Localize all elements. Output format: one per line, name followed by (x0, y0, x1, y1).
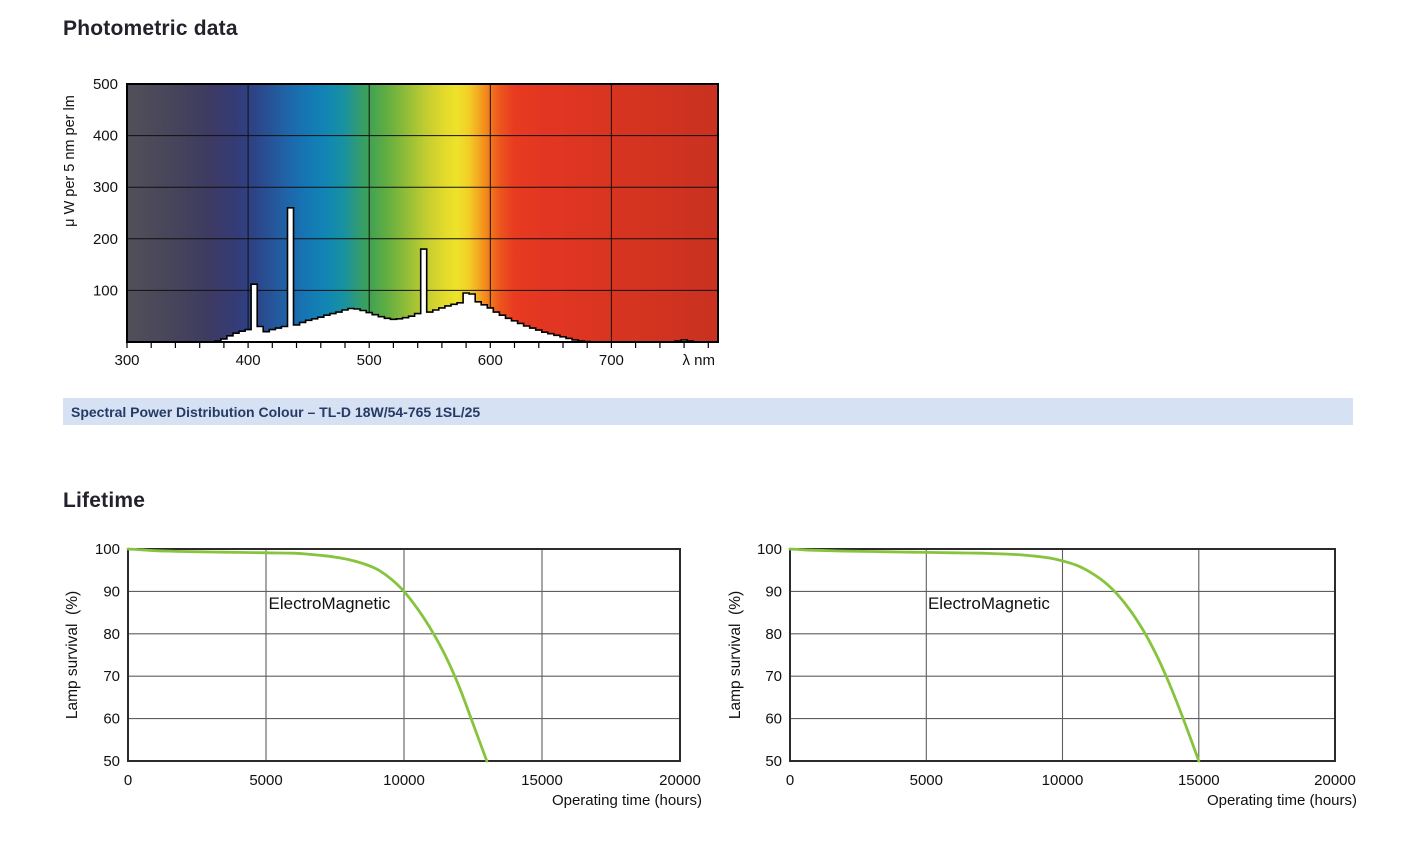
lifetime-heading: Lifetime (63, 489, 145, 513)
lifetime-x-axis-title: Operating time (hours) (552, 792, 702, 809)
lifetime-y-tick-label: 90 (103, 583, 120, 600)
lifetime-x-tick-label: 0 (786, 772, 794, 789)
spd-x-tick-label: 700 (599, 352, 624, 369)
spd-x-tick-label: 600 (478, 352, 503, 369)
lifetime-x-tick-label: 5000 (249, 772, 282, 789)
lifetime-x-tick-label: 5000 (910, 772, 943, 789)
lifetime-y-tick-label: 60 (103, 711, 120, 728)
lifetime-y-tick-label: 60 (765, 711, 782, 728)
series-label: ElectroMagnetic (928, 594, 1050, 613)
spd-y-tick-label: 200 (93, 231, 118, 248)
spd-chart-svg: 300 400 500 600 700 λ nm 100 200 300 400 500 μ W pe… (60, 75, 732, 375)
lifetime-x-tick-label: 15000 (521, 772, 563, 789)
lifetime-grid (128, 549, 680, 761)
lifetime-y-tick-label: 70 (765, 668, 782, 685)
lifetime-y-tick-label: 80 (765, 626, 782, 643)
lifetime-y-tick-label: 50 (765, 753, 782, 770)
spd-y-axis-title: μ W per 5 nm per lm (62, 95, 78, 227)
survival-curve (128, 549, 487, 761)
lifetime-y-tick-label: 70 (103, 668, 120, 685)
spd-y-tick-label: 300 (93, 179, 118, 196)
series-label: ElectroMagnetic (269, 594, 391, 613)
spd-caption-text: Spectral Power Distribution Colour – TL-… (63, 404, 480, 420)
lifetime-y-axis-title: Lamp survival (%) (727, 591, 744, 719)
spd-y-tick-label: 400 (93, 128, 118, 145)
lifetime-left-svg: ElectroMagnetic 50 60 70 80 90 100 0 5000 10000 15… (55, 535, 715, 820)
lifetime-y-tick-label: 100 (95, 541, 120, 558)
lifetime-x-tick-label: 20000 (1314, 772, 1356, 789)
spd-minor-ticks (127, 343, 708, 348)
lifetime-y-tick-label: 90 (765, 583, 782, 600)
spd-y-tick-label: 100 (93, 282, 118, 299)
lifetime-x-tick-label: 15000 (1178, 772, 1220, 789)
lifetime-y-tick-label: 50 (103, 753, 120, 770)
lifetime-chart-right: ElectroMagnetic 50 60 70 80 90 100 0 5000 10000 15… (718, 535, 1378, 820)
spd-caption-bar: Spectral Power Distribution Colour – TL-… (63, 398, 1353, 425)
lifetime-x-tick-label: 10000 (383, 772, 425, 789)
lifetime-x-tick-label: 20000 (659, 772, 701, 789)
lifetime-grid (790, 549, 1335, 761)
lifetime-y-tick-label: 80 (103, 626, 120, 643)
lifetime-y-tick-label: 100 (757, 541, 782, 558)
spd-chart: 300 400 500 600 700 λ nm 100 200 300 400 500 μ W pe… (60, 75, 732, 375)
lifetime-y-axis-title: Lamp survival (%) (64, 591, 81, 719)
survival-curve (790, 549, 1199, 761)
lifetime-x-axis-title: Operating time (hours) (1207, 792, 1357, 809)
spd-x-axis-title: λ nm (682, 352, 715, 369)
lifetime-chart-left: ElectroMagnetic 50 60 70 80 90 100 0 5000 10000 15… (55, 535, 715, 820)
photometric-heading: Photometric data (63, 17, 238, 41)
spd-x-tick-label: 300 (114, 352, 139, 369)
lifetime-right-svg: ElectroMagnetic 50 60 70 80 90 100 0 5000 10000 15… (718, 535, 1378, 820)
datasheet-page: { "page": { "photometric_heading": "Phot… (0, 0, 1401, 845)
spd-y-tick-label: 500 (93, 76, 118, 93)
spd-x-tick-label: 500 (357, 352, 382, 369)
spd-x-tick-label: 400 (236, 352, 261, 369)
lifetime-x-tick-label: 10000 (1042, 772, 1084, 789)
lifetime-x-tick-label: 0 (124, 772, 132, 789)
